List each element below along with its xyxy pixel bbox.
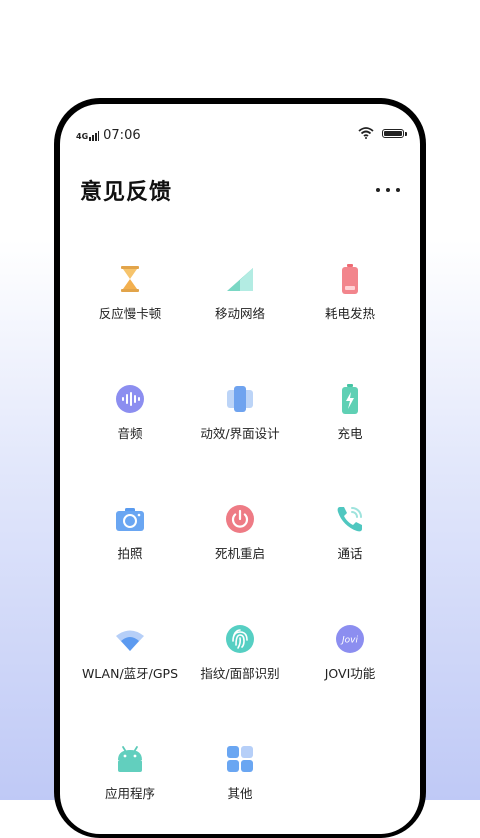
category-label: 音频 [117,426,143,441]
grid-other-icon [225,744,255,774]
hourglass-icon [115,264,145,294]
category-label: 死机重启 [214,546,265,561]
category-jovi[interactable]: Jovi JOVI功能 [290,614,410,694]
status-time: 07:06 [103,128,141,143]
category-battery-heat[interactable]: 耗电发热 [290,254,410,334]
category-other[interactable]: 其他 [180,734,300,814]
jovi-badge-text: Jovi [340,636,358,646]
category-calls[interactable]: 通话 [290,494,410,574]
phone-screen: 4G 07:06 意见反馈 反应慢卡顿 移动网络 耗电发热 音频 动效/界面设计… [60,104,420,834]
category-fingerprint-face[interactable]: 指纹/面部识别 [180,614,300,694]
category-mobile-network[interactable]: 移动网络 [180,254,300,334]
category-label: WLAN/蓝牙/GPS [81,666,179,681]
wifi-icon [115,624,145,654]
audio-wave-icon [115,384,145,414]
page-title: 意见反馈 [80,180,173,205]
network-type-label: 4G [76,131,89,141]
status-bar: 4G 07:06 [60,104,420,144]
more-dot-icon [396,188,400,192]
phone-call-icon [335,504,365,534]
category-audio[interactable]: 音频 [70,374,190,454]
battery-icon [382,128,407,138]
category-crash-restart[interactable]: 死机重启 [180,494,300,574]
category-charging[interactable]: 充电 [290,374,410,454]
category-ui-design[interactable]: 动效/界面设计 [180,374,300,454]
category-apps[interactable]: 应用程序 [70,734,190,814]
battery-heat-icon [335,264,365,294]
jovi-icon: Jovi [335,624,365,654]
category-lag[interactable]: 反应慢卡顿 [70,254,190,334]
more-options-button[interactable] [376,184,400,196]
category-label: 其他 [227,786,253,801]
category-label: 应用程序 [104,786,155,801]
category-label: 反应慢卡顿 [98,306,162,321]
category-label: 移动网络 [214,306,265,321]
category-label: 指纹/面部识别 [200,666,280,681]
more-dot-icon [386,188,390,192]
category-label: 耗电发热 [324,306,375,321]
category-label: JOVI功能 [324,666,376,681]
category-wlan-bluetooth-gps[interactable]: WLAN/蓝牙/GPS [70,614,190,694]
camera-icon [115,504,145,534]
charging-icon [335,384,365,414]
cellular-signal-icon [225,264,255,294]
wifi-status-icon [358,127,374,139]
category-label: 通话 [337,546,363,561]
category-label: 充电 [337,426,363,441]
fingerprint-icon [225,624,255,654]
category-camera[interactable]: 拍照 [70,494,190,574]
android-app-icon [115,744,145,774]
signal-indicator: 4G [76,130,100,141]
category-label: 拍照 [117,546,143,561]
power-icon [225,504,255,534]
interface-design-icon [225,384,255,414]
category-label: 动效/界面设计 [200,426,280,441]
more-dot-icon [376,188,380,192]
signal-bars-icon [89,130,100,141]
